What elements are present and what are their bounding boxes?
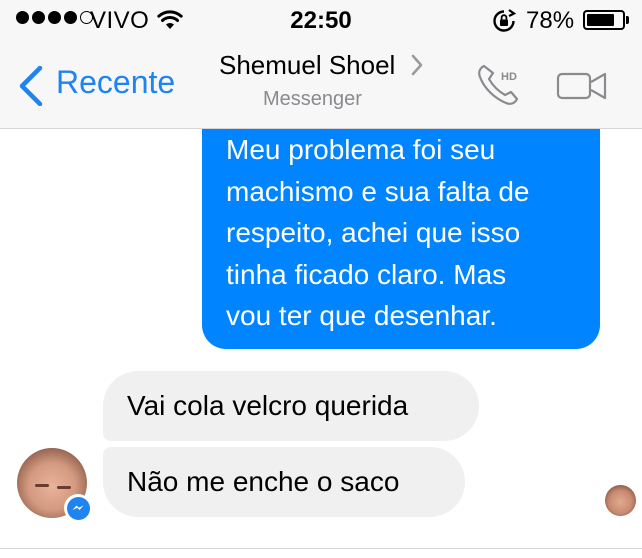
read-receipt-avatar	[605, 485, 636, 516]
header: VIVO 22:50 78% Recente Shemuel Shoel Mes…	[0, 0, 642, 129]
video-camera-icon[interactable]	[556, 71, 608, 101]
phone-hd-icon[interactable]: HD	[476, 62, 524, 108]
battery-percentage: 78%	[526, 7, 575, 34]
messenger-badge	[64, 494, 92, 522]
chevron-left-icon[interactable]	[18, 66, 44, 106]
svg-text:HD: HD	[501, 71, 517, 83]
rotation-lock-icon	[493, 9, 516, 32]
back-button[interactable]: Recente	[56, 64, 175, 101]
avatar-detail	[57, 486, 71, 489]
messenger-icon	[66, 496, 90, 520]
nav-bar: Recente Shemuel Shoel Messenger HD	[0, 40, 642, 128]
outgoing-message-text: Meu problema foi seu machismo e sua falt…	[226, 134, 530, 331]
incoming-message-bubble[interactable]: Não me enche o saco	[103, 447, 465, 517]
avatar-detail	[35, 484, 49, 487]
contact-subtitle: Messenger	[263, 88, 362, 110]
contact-name[interactable]: Shemuel Shoel	[219, 50, 395, 81]
battery-tip	[626, 16, 629, 24]
status-bar: VIVO 22:50 78%	[0, 0, 642, 40]
battery-level	[587, 14, 614, 26]
battery-icon	[583, 10, 625, 30]
message-thread[interactable]: Meu problema foi seu machismo e sua falt…	[0, 129, 642, 558]
chevron-right-icon[interactable]	[410, 54, 424, 76]
divider	[0, 548, 642, 558]
incoming-message-bubble[interactable]: Vai cola velcro querida	[103, 371, 479, 441]
